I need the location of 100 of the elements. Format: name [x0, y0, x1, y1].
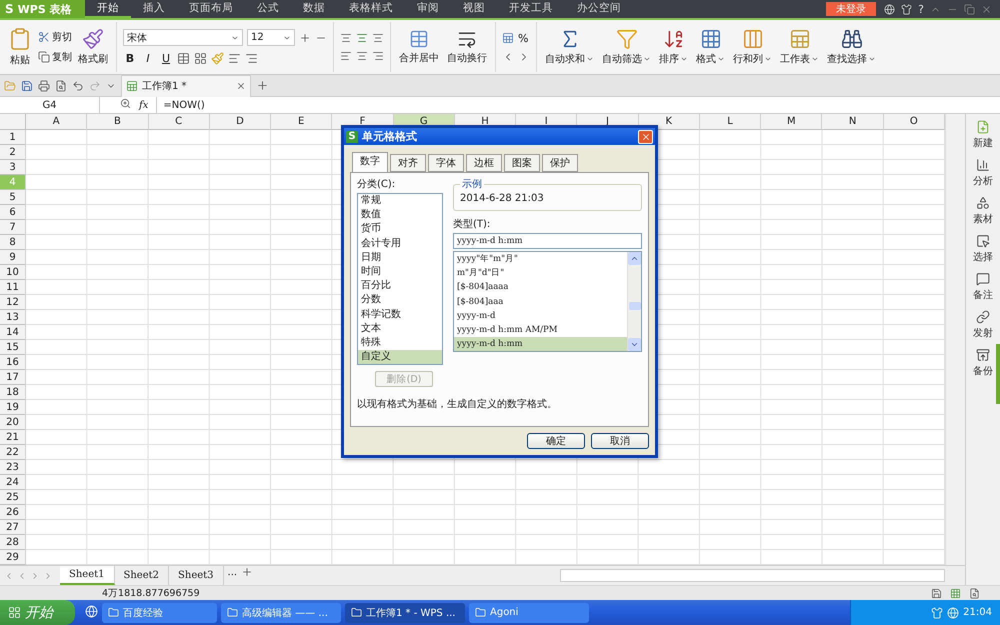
row-header[interactable]: 3	[0, 160, 26, 175]
category-item[interactable]: 日期	[358, 250, 442, 265]
menu-tab[interactable]: 表格样式	[337, 0, 405, 18]
row-header[interactable]: 13	[0, 310, 26, 325]
copy-button[interactable]: 复制	[38, 50, 72, 64]
menu-tab[interactable]: 页面布局	[177, 0, 245, 18]
cut-button[interactable]: 剪切	[38, 30, 72, 44]
merge-button[interactable]: 合并居中	[397, 29, 441, 65]
scroll-thumb[interactable]	[628, 302, 640, 310]
row-header[interactable]: 22	[0, 445, 26, 460]
category-item[interactable]: 自定义	[358, 350, 442, 364]
font-name-field[interactable]: 宋体	[123, 29, 243, 46]
taskbar-item[interactable]: 高级编辑器 —— ...	[221, 602, 341, 622]
taskbar-item[interactable]: Agoni	[469, 602, 589, 622]
menu-tab[interactable]: 数据	[291, 0, 337, 18]
format-item[interactable]: yyyy"年"m"月"	[454, 252, 627, 266]
format-item[interactable]: [$-804]aaa	[454, 294, 627, 309]
row-header[interactable]: 27	[0, 520, 26, 535]
dialog-button[interactable]: 确定	[527, 433, 585, 449]
format-item[interactable]: yyyy-m-d	[454, 308, 627, 323]
bold-button[interactable]: B	[123, 52, 137, 65]
column-header[interactable]: B	[87, 114, 149, 130]
column-header[interactable]: L	[700, 114, 762, 130]
category-item[interactable]: 数值	[358, 208, 442, 222]
sidebar-item[interactable]: 新建	[973, 120, 993, 150]
help-button[interactable]: ?	[918, 2, 924, 16]
row-header[interactable]: 2	[0, 145, 26, 160]
sidebar-item[interactable]: 分析	[973, 158, 993, 188]
sidebar-item[interactable]: 选择	[973, 234, 993, 264]
taskbar-item[interactable]: 工作簿1 * - WPS ...	[345, 602, 465, 622]
row-header[interactable]: 28	[0, 535, 26, 550]
format-item[interactable]: [$-804]aaaa	[454, 280, 627, 295]
format-item[interactable]: yyyy-m-d h:mm AM/PM	[454, 322, 627, 338]
underline-button[interactable]: U	[159, 52, 173, 65]
wrap-button[interactable]: 自动换行	[445, 29, 489, 65]
category-list[interactable]: 常规 数值 货币 会计专用 日期 时间 百分比 分数 科学记数 文本 特殊 自定义	[357, 193, 443, 366]
category-item[interactable]: 分数	[358, 293, 442, 308]
function-button[interactable]: fx	[139, 100, 148, 110]
row-header[interactable]: 9	[0, 250, 26, 265]
paste-button[interactable]: 粘贴	[6, 27, 34, 67]
ribbon-command[interactable]: 排序	[657, 28, 690, 66]
document-tab[interactable]: 工作簿1 *	[121, 74, 251, 96]
row-header[interactable]: 1	[0, 130, 26, 145]
row-header[interactable]: 11	[0, 280, 26, 295]
dialog-tab[interactable]: 保护	[542, 154, 578, 172]
category-item[interactable]: 常规	[358, 194, 442, 208]
row-header[interactable]: 5	[0, 190, 26, 205]
row-header[interactable]: 17	[0, 370, 26, 385]
sidebar-item[interactable]: 发射	[973, 310, 993, 340]
row-header[interactable]: 24	[0, 475, 26, 490]
row-header[interactable]: 10	[0, 265, 26, 280]
row-header[interactable]: 6	[0, 205, 26, 220]
type-field[interactable]: yyyy-m-d h:mm	[453, 233, 642, 249]
horizontal-scrollbar[interactable]	[560, 569, 945, 582]
row-header[interactable]: 20	[0, 415, 26, 430]
row-header[interactable]: 8	[0, 235, 26, 250]
ribbon-command[interactable]: 格式	[694, 28, 727, 66]
ribbon-command[interactable]: 行和列	[731, 28, 774, 66]
row-header[interactable]: 14	[0, 325, 26, 340]
dialog-button[interactable]: 取消	[591, 433, 649, 449]
category-item[interactable]: 时间	[358, 264, 442, 280]
column-header[interactable]: A	[26, 114, 88, 130]
dialog-tab[interactable]: 图案	[504, 154, 540, 172]
menu-tab[interactable]: 视图	[451, 0, 497, 18]
row-header[interactable]: 7	[0, 220, 26, 235]
select-all-corner[interactable]	[0, 114, 26, 130]
category-item[interactable]: 货币	[358, 222, 442, 237]
dialog-tab[interactable]: 数字	[352, 152, 388, 172]
font-size-field[interactable]: 12	[247, 29, 295, 46]
row-header[interactable]: 21	[0, 430, 26, 445]
ribbon-command[interactable]: 查找选择	[825, 28, 878, 66]
row-header[interactable]: 29	[0, 550, 26, 565]
percent-button[interactable]: %	[518, 32, 528, 44]
sidebar-item[interactable]: 素材	[973, 196, 993, 226]
category-item[interactable]: 百分比	[358, 279, 442, 294]
dialog-tab[interactable]: 边框	[466, 154, 502, 172]
category-item[interactable]: 文本	[358, 322, 442, 336]
menu-tab[interactable]: 公式	[245, 0, 291, 18]
row-header[interactable]: 12	[0, 295, 26, 310]
format-painter-button[interactable]: 格式刷	[76, 28, 110, 66]
column-header[interactable]: M	[761, 114, 822, 130]
italic-button[interactable]: I	[141, 52, 155, 65]
vertical-scrollbar[interactable]	[945, 114, 965, 565]
sidebar-item[interactable]: 备份	[973, 348, 993, 378]
format-item[interactable]: m"月"d"日"	[454, 266, 627, 280]
row-header[interactable]: 26	[0, 505, 26, 520]
dialog-tab[interactable]: 字体	[428, 154, 464, 172]
row-header[interactable]: 23	[0, 460, 26, 475]
category-item[interactable]: 科学记数	[358, 308, 442, 322]
row-header[interactable]: 19	[0, 400, 26, 415]
close-button[interactable]	[638, 130, 653, 144]
taskbar-item[interactable]: 百度经验	[102, 602, 217, 622]
ribbon-command[interactable]: 自动筛选	[600, 28, 653, 66]
category-item[interactable]: 特殊	[358, 336, 442, 350]
sheet-tab[interactable]: Sheet2	[114, 566, 170, 585]
column-header[interactable]: O	[884, 114, 945, 130]
menu-tab[interactable]: 审阅	[405, 0, 451, 18]
category-item[interactable]: 会计专用	[358, 236, 442, 251]
ribbon-command[interactable]: 工作表	[778, 28, 821, 66]
sidebar-handle[interactable]	[996, 344, 1000, 404]
